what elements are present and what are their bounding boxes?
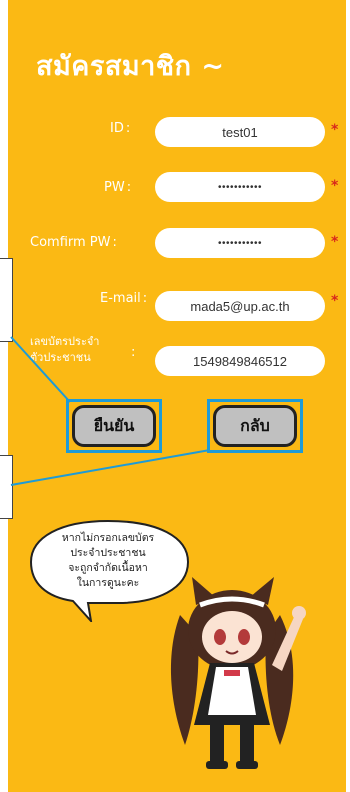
citizen-id-label: เลขบัตรประจำ ตัวประชาชน [30, 335, 100, 364]
email-label: E-mail: [100, 291, 148, 306]
annotation-box [0, 258, 13, 342]
required-mark: * [331, 122, 339, 138]
confirm-password-field[interactable]: ••••••••••• [155, 228, 325, 258]
password-field[interactable]: ••••••••••• [155, 172, 325, 202]
confirm-pw-label: Comfirm PW: [30, 235, 117, 250]
page-title: สมัครสมาชิก ~ [36, 51, 225, 82]
id-label: ID: [110, 121, 131, 136]
id-field[interactable]: test01 [155, 117, 325, 147]
citizen-colon: : [131, 345, 136, 360]
confirm-highlight: ยืนยัน [66, 399, 162, 453]
required-mark: * [331, 293, 339, 309]
citizen-id-field[interactable]: 1549849846512 [155, 346, 325, 376]
back-highlight: กลับ [207, 399, 303, 453]
required-mark: * [331, 178, 339, 194]
confirm-button[interactable]: ยืนยัน [72, 405, 156, 447]
pw-label: PW: [104, 180, 132, 195]
email-field[interactable]: mada5@up.ac.th [155, 291, 325, 321]
annotation-box [0, 455, 13, 519]
mascot-girl-illustration [170, 577, 306, 769]
back-button[interactable]: กลับ [213, 405, 297, 447]
required-mark: * [331, 234, 339, 250]
